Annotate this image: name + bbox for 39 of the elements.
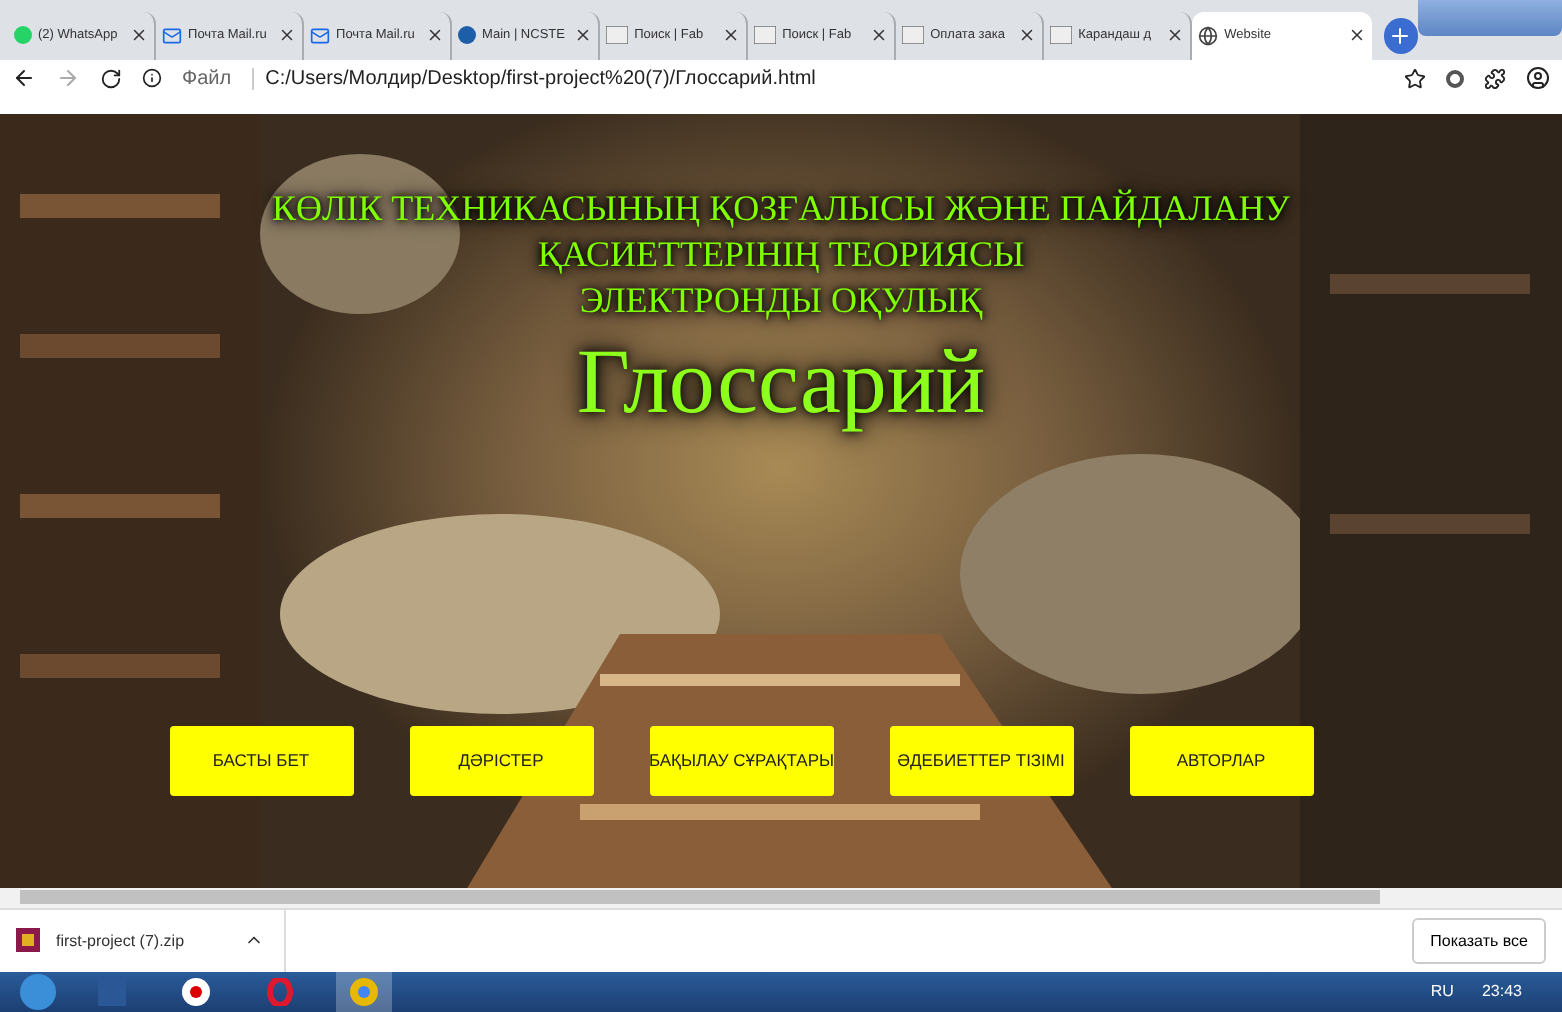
close-icon[interactable]	[426, 26, 445, 44]
nav-button[interactable]: ӘДЕБИЕТТЕР ТІЗІМІ	[889, 725, 1073, 796]
scrollbar-thumb[interactable]	[20, 890, 1380, 905]
page-title: Глоссарий	[576, 328, 986, 435]
nav-button[interactable]: БАҚЫЛАУ СҰРАҚТАРЫ	[649, 725, 833, 796]
info-icon[interactable]	[142, 68, 162, 89]
plus-icon	[1388, 23, 1413, 47]
puzzle-icon[interactable]	[1484, 67, 1506, 90]
star-icon[interactable]	[1404, 67, 1426, 90]
back-icon[interactable]	[12, 66, 36, 91]
heading-line: ЭЛЕКТРОНДЫ ОҚУЛЫҚ	[577, 278, 985, 325]
clock[interactable]: 23:43	[1481, 982, 1522, 1001]
close-icon[interactable]	[1166, 26, 1185, 44]
nav-button[interactable]: АВТОРЛАР	[1129, 725, 1313, 796]
profile-icon[interactable]	[1526, 66, 1550, 91]
download-file[interactable]: first-project (7).zip	[56, 931, 185, 950]
nav-button[interactable]: БАСТЫ БЕТ	[169, 725, 353, 796]
close-icon[interactable]	[130, 26, 149, 44]
heading-line: ҚАСИЕТТЕРІНІҢ ТЕОРИЯСЫ	[535, 232, 1027, 279]
close-icon[interactable]	[278, 26, 297, 44]
circle-icon[interactable]	[1446, 69, 1464, 88]
heading-line: КӨЛІК ТЕХНИКАСЫНЫҢ ҚОЗҒАЛЫСЫ ЖӘНЕ ПАЙДАЛАНУ	[271, 186, 1291, 233]
mail-icon	[162, 25, 183, 45]
mail-icon	[310, 25, 331, 45]
new-tab-button[interactable]	[1383, 17, 1419, 53]
nav-button[interactable]: ДӘРІСТЕР	[409, 725, 593, 796]
close-icon[interactable]	[722, 26, 741, 44]
close-icon[interactable]	[1018, 26, 1037, 44]
close-icon[interactable]	[1347, 26, 1366, 44]
reload-icon[interactable]	[100, 67, 122, 90]
show-all-button[interactable]: Показать все	[1412, 917, 1546, 964]
language-indicator[interactable]: RU	[1430, 982, 1454, 1001]
globe-icon	[1198, 25, 1219, 45]
address-field[interactable]: C:/Users/Молдир/Desktop/first-project%20(7)/Глоссарий.html	[251, 67, 1384, 90]
close-icon[interactable]	[870, 26, 889, 44]
archive-icon	[16, 928, 40, 953]
close-icon[interactable]	[574, 26, 593, 44]
circle-icon	[458, 26, 477, 44]
security-label: Файл	[182, 67, 232, 90]
